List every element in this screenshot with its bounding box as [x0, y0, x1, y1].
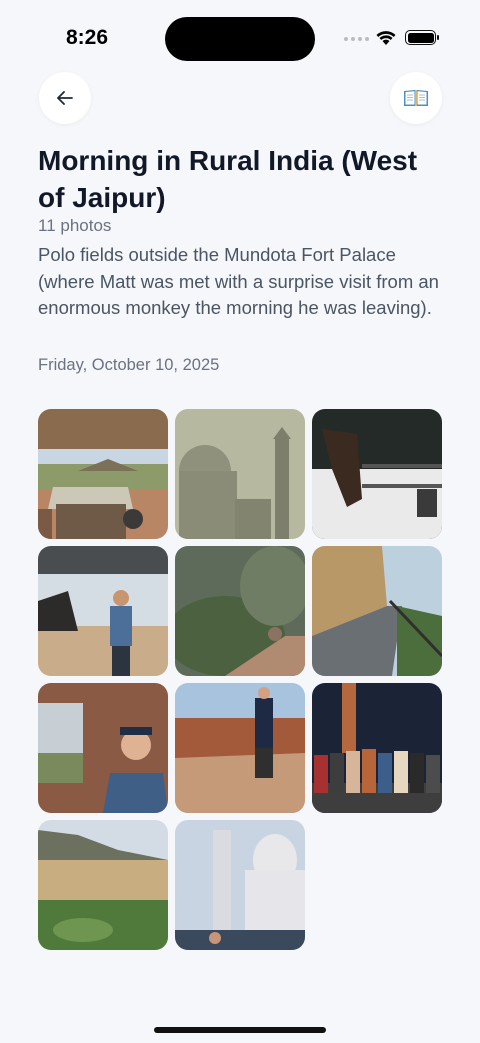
photo-thumbnail[interactable]	[312, 546, 442, 676]
album-title: Morning in Rural India (West of Jaipur)	[38, 145, 418, 213]
photo-thumbnail[interactable]	[175, 820, 305, 950]
photo-count: 11 photos	[38, 216, 112, 235]
battery-icon	[405, 30, 439, 45]
photo-thumbnail[interactable]	[175, 683, 305, 813]
home-indicator[interactable]	[154, 1027, 326, 1033]
wifi-icon	[376, 31, 396, 45]
status-time: 8:26	[66, 26, 109, 49]
photo-thumbnail[interactable]	[38, 683, 168, 813]
photo-thumbnail[interactable]	[312, 683, 442, 813]
open-book-button[interactable]	[390, 72, 442, 124]
photo-thumbnail[interactable]	[38, 820, 168, 950]
album-description: Polo fields outside the Mundota Fort Pal…	[38, 244, 439, 318]
cellular-signal-icon	[344, 37, 369, 41]
photo-thumbnail[interactable]	[175, 546, 305, 676]
photo-grid	[38, 409, 442, 950]
status-bar: 8:26	[0, 0, 480, 78]
back-button[interactable]	[39, 72, 91, 124]
album-date: Friday, October 10, 2025	[38, 356, 220, 374]
dynamic-island	[165, 17, 315, 61]
photo-thumbnail[interactable]	[38, 546, 168, 676]
photo-thumbnail[interactable]	[175, 409, 305, 539]
photo-thumbnail[interactable]	[38, 409, 168, 539]
open-book-icon	[404, 90, 428, 106]
photo-thumbnail[interactable]	[312, 409, 442, 539]
arrow-left-icon	[57, 91, 73, 105]
